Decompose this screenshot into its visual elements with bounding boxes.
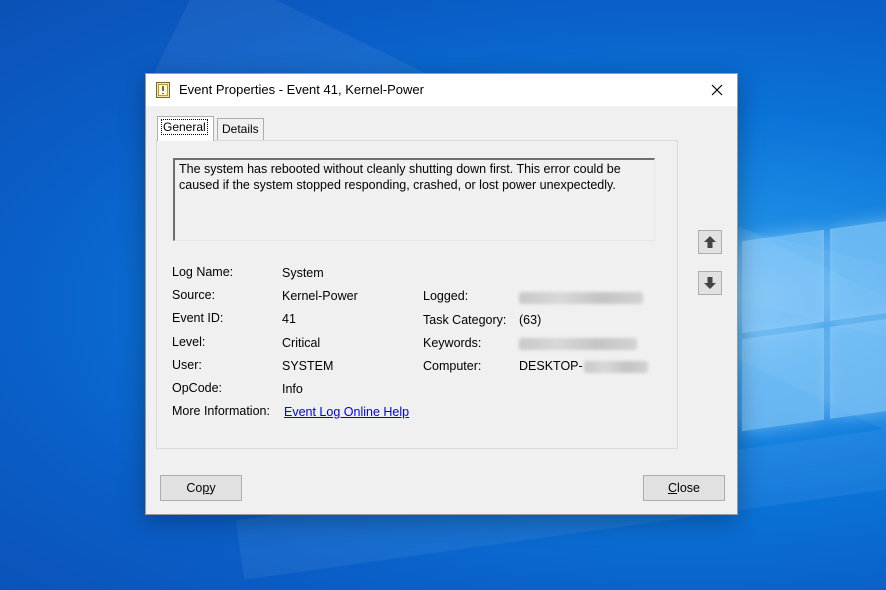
source-label: Source: (172, 288, 216, 302)
close-label-mnemonic: C (668, 481, 678, 495)
tab-general-label: General (161, 119, 208, 135)
close-button[interactable]: Close (643, 475, 725, 501)
close-label-suffix: lose (677, 481, 700, 495)
copy-label-prefix: Co (186, 481, 203, 495)
log-name-value[interactable]: System (282, 266, 324, 280)
logged-label: Logged: (423, 289, 469, 303)
logged-value-redacted[interactable] (519, 290, 643, 304)
window-title: Event Properties - Event 41, Kernel-Powe… (179, 82, 424, 97)
computer-value[interactable]: DESKTOP- (519, 359, 648, 373)
event-id-value[interactable]: 41 (282, 312, 296, 326)
event-viewer-icon (156, 82, 170, 98)
event-log-online-help-link[interactable]: Event Log Online Help (284, 405, 409, 419)
user-label: User: (172, 358, 202, 372)
source-value[interactable]: Kernel-Power (282, 289, 358, 303)
arrow-up-icon (704, 236, 716, 248)
tab-details[interactable]: Details (217, 118, 264, 140)
arrow-down-icon (704, 277, 716, 289)
close-window-button[interactable] (697, 74, 737, 106)
close-icon (711, 84, 723, 96)
keywords-value-redacted[interactable] (519, 336, 637, 350)
computer-name-redacted (583, 360, 648, 373)
windows-logo (742, 217, 886, 451)
copy-label-suffix: y (209, 481, 216, 495)
general-tab-panel: The system has rebooted without cleanly … (156, 140, 678, 449)
task-category-value[interactable]: (63) (519, 313, 541, 327)
title-bar[interactable]: Event Properties - Event 41, Kernel-Powe… (146, 74, 737, 106)
log-name-label: Log Name: (172, 265, 234, 279)
more-information-label: More Information: (172, 404, 270, 418)
computer-label: Computer: (423, 359, 482, 373)
opcode-value[interactable]: Info (282, 382, 303, 396)
user-value[interactable]: SYSTEM (282, 359, 333, 373)
level-value[interactable]: Critical (282, 336, 320, 350)
copy-button[interactable]: Co p y (160, 475, 242, 501)
next-event-button[interactable] (698, 271, 722, 295)
task-category-label: Task Category: (423, 313, 507, 327)
event-id-label: Event ID: (172, 311, 224, 325)
tab-general[interactable]: General (157, 116, 214, 141)
event-description[interactable]: The system has rebooted without cleanly … (173, 158, 655, 241)
tab-details-label: Details (222, 122, 259, 136)
event-properties-dialog: Event Properties - Event 41, Kernel-Powe… (145, 73, 738, 515)
computer-name-prefix: DESKTOP- (519, 359, 583, 373)
level-label: Level: (172, 335, 206, 349)
keywords-label: Keywords: (423, 336, 482, 350)
copy-label-mnemonic: p (202, 481, 210, 495)
previous-event-button[interactable] (698, 230, 722, 254)
opcode-label: OpCode: (172, 381, 223, 395)
